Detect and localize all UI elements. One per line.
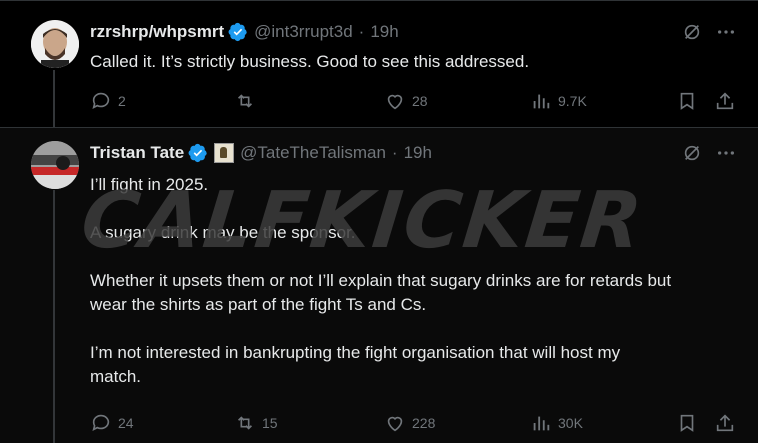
bookmark-icon xyxy=(676,412,698,434)
views-count: 9.7K xyxy=(558,93,587,109)
post-text: Called it. It’s strictly business. Good … xyxy=(90,52,530,71)
views-button[interactable]: 30K xyxy=(530,412,583,434)
bookmark-icon xyxy=(676,90,698,112)
views-button[interactable]: 9.7K xyxy=(530,90,587,112)
reply-count: 2 xyxy=(118,93,126,109)
repost-icon xyxy=(234,412,256,434)
affiliate-badge-icon[interactable] xyxy=(214,143,235,163)
post-top-actions xyxy=(682,22,736,42)
divider xyxy=(0,127,758,128)
post-actions: 2 28 9.7K xyxy=(90,90,738,114)
timeline: rzrshrp/whpsmrt @int3rrupt3d · 19h Calle… xyxy=(0,0,758,443)
display-name[interactable]: Tristan Tate xyxy=(90,143,184,163)
post-text: I’ll fight in 2025. A sugary drink may b… xyxy=(90,175,672,386)
grok-icon[interactable] xyxy=(682,143,702,163)
reply-button[interactable]: 24 xyxy=(90,412,134,434)
repost-icon xyxy=(234,90,256,112)
share-button[interactable] xyxy=(714,412,736,434)
post-header: Tristan Tate @TateTheTalisman · 19h xyxy=(90,143,432,163)
verified-badge-icon[interactable] xyxy=(228,22,248,42)
repost-count: 15 xyxy=(262,415,278,431)
views-icon xyxy=(530,90,552,112)
reply-icon xyxy=(90,90,112,112)
user-handle[interactable]: @TateTheTalisman xyxy=(240,143,386,163)
reply-icon xyxy=(90,412,112,434)
more-icon[interactable] xyxy=(716,143,736,163)
timestamp[interactable]: 19h xyxy=(370,22,398,42)
reply-count: 24 xyxy=(118,415,134,431)
like-icon xyxy=(384,412,406,434)
divider xyxy=(0,0,758,1)
like-icon xyxy=(384,90,406,112)
avatar[interactable] xyxy=(31,141,79,189)
share-icon xyxy=(714,412,736,434)
reply-button[interactable]: 2 xyxy=(90,90,126,112)
separator: · xyxy=(358,22,365,41)
post-top-actions xyxy=(682,143,736,163)
post-actions: 24 15 228 30K xyxy=(90,412,738,436)
display-name[interactable]: rzrshrp/whpsmrt xyxy=(90,22,224,42)
views-count: 30K xyxy=(558,415,583,431)
user-handle[interactable]: @int3rrupt3d xyxy=(254,22,353,42)
views-icon xyxy=(530,412,552,434)
bookmark-button[interactable] xyxy=(676,412,698,434)
like-button[interactable]: 228 xyxy=(384,412,435,434)
grok-icon[interactable] xyxy=(682,22,702,42)
thread-connector-line xyxy=(53,190,55,443)
verified-badge-icon[interactable] xyxy=(188,143,208,163)
post-header: rzrshrp/whpsmrt @int3rrupt3d · 19h xyxy=(90,22,399,42)
bookmark-button[interactable] xyxy=(676,90,698,112)
share-icon xyxy=(714,90,736,112)
thread-connector-line xyxy=(53,70,55,127)
like-button[interactable]: 28 xyxy=(384,90,428,112)
timestamp[interactable]: 19h xyxy=(404,143,432,163)
like-count: 228 xyxy=(412,415,436,431)
avatar[interactable] xyxy=(31,20,79,68)
more-icon[interactable] xyxy=(716,22,736,42)
separator: · xyxy=(391,143,398,162)
share-button[interactable] xyxy=(714,90,736,112)
like-count: 28 xyxy=(412,93,428,109)
repost-button[interactable]: 15 xyxy=(234,412,278,434)
repost-button[interactable] xyxy=(234,90,262,112)
